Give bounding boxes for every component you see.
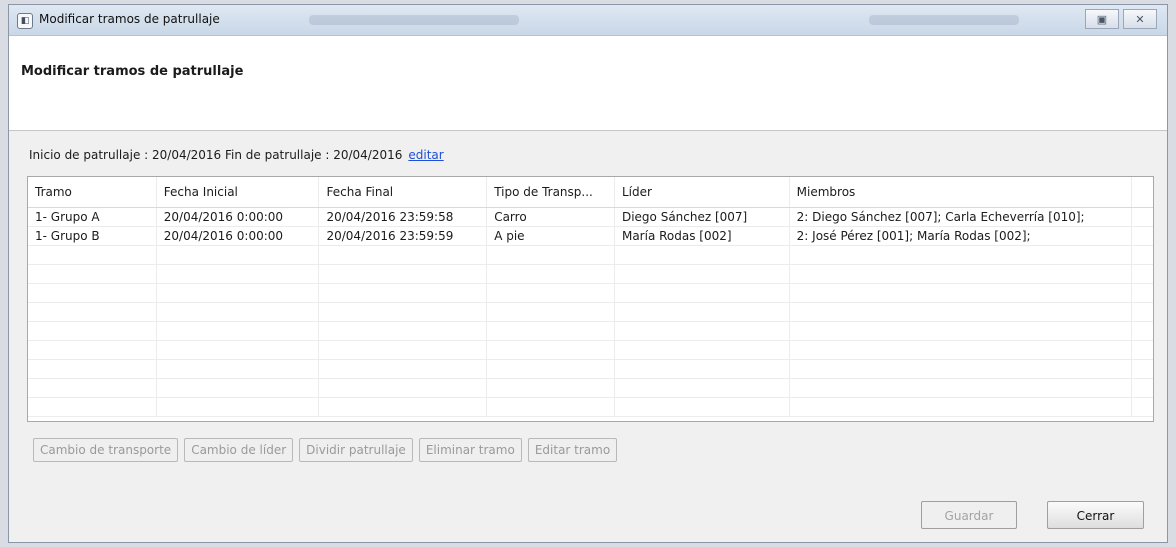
cell-tipo-transporte: Carro [487, 208, 615, 226]
change-transport-button[interactable]: Cambio de transporte [33, 438, 179, 462]
app-icon: ◧ [17, 13, 33, 29]
column-header-tipo-transporte[interactable]: Tipo de Transp... [487, 177, 615, 207]
column-header-miembros[interactable]: Miembros [790, 177, 1133, 207]
close-dialog-button[interactable]: Cerrar [1047, 501, 1144, 529]
empty-table-row [28, 360, 1153, 379]
title-bar: ◧ Modificar tramos de patrullaje ▣ ✕ [9, 5, 1167, 36]
column-header-fecha-inicial[interactable]: Fecha Inicial [157, 177, 320, 207]
empty-table-row [28, 379, 1153, 398]
table-header: Tramo Fecha Inicial Fecha Final Tipo de … [28, 177, 1153, 208]
cell-lider: Diego Sánchez [007] [615, 208, 790, 226]
cell-fecha-final: 20/04/2016 23:59:58 [319, 208, 488, 226]
empty-table-row [28, 303, 1153, 322]
maximize-button[interactable]: ▣ [1085, 9, 1119, 29]
table-row[interactable]: 1- Grupo A 20/04/2016 0:00:00 20/04/2016… [28, 208, 1153, 227]
close-button[interactable]: ✕ [1123, 9, 1157, 29]
cell-tramo: 1- Grupo A [28, 208, 157, 226]
patrol-date-text: Inicio de patrullaje : 20/04/2016 Fin de… [29, 148, 403, 162]
column-header-fecha-final[interactable]: Fecha Final [319, 177, 488, 207]
cell-fecha-inicial: 20/04/2016 0:00:00 [157, 208, 320, 226]
cell-fecha-final: 20/04/2016 23:59:59 [319, 227, 488, 245]
column-header-tramo[interactable]: Tramo [28, 177, 157, 207]
cell-miembros: 2: José Pérez [001]; María Rodas [002]; [790, 227, 1133, 245]
empty-table-row [28, 284, 1153, 303]
cell-tipo-transporte: A pie [487, 227, 615, 245]
empty-table-row [28, 265, 1153, 284]
change-leader-button[interactable]: Cambio de líder [184, 438, 294, 462]
cell-tramo: 1- Grupo B [28, 227, 157, 245]
cell-miembros: 2: Diego Sánchez [007]; Carla Echeverría… [790, 208, 1133, 226]
blurred-title-fragment [869, 15, 1019, 25]
empty-table-row [28, 341, 1153, 360]
dialog-window: ◧ Modificar tramos de patrullaje ▣ ✕ Mod… [8, 4, 1168, 543]
page-title: Modificar tramos de patrullaje [21, 64, 244, 79]
patrol-segments-table[interactable]: Tramo Fecha Inicial Fecha Final Tipo de … [27, 176, 1154, 422]
window-title: Modificar tramos de patrullaje [39, 12, 220, 26]
cell-filler [1132, 208, 1153, 226]
column-header-filler [1132, 177, 1153, 207]
split-patrol-button[interactable]: Dividir patrullaje [299, 438, 413, 462]
cell-fecha-inicial: 20/04/2016 0:00:00 [157, 227, 320, 245]
segment-actions: Cambio de transporte Cambio de líder Div… [33, 438, 618, 462]
empty-table-row [28, 398, 1153, 417]
empty-table-row [28, 246, 1153, 265]
save-button[interactable]: Guardar [921, 501, 1017, 529]
edit-dates-link[interactable]: editar [408, 148, 443, 162]
patrol-date-range: Inicio de patrullaje : 20/04/2016 Fin de… [29, 148, 444, 162]
dialog-header: Modificar tramos de patrullaje [9, 36, 1167, 131]
blurred-title-fragment [309, 15, 519, 25]
cell-lider: María Rodas [002] [615, 227, 790, 245]
edit-segment-button[interactable]: Editar tramo [527, 438, 618, 462]
column-header-lider[interactable]: Líder [615, 177, 790, 207]
cell-filler [1132, 227, 1153, 245]
table-row[interactable]: 1- Grupo B 20/04/2016 0:00:00 20/04/2016… [28, 227, 1153, 246]
empty-table-row [28, 322, 1153, 341]
delete-segment-button[interactable]: Eliminar tramo [418, 438, 522, 462]
